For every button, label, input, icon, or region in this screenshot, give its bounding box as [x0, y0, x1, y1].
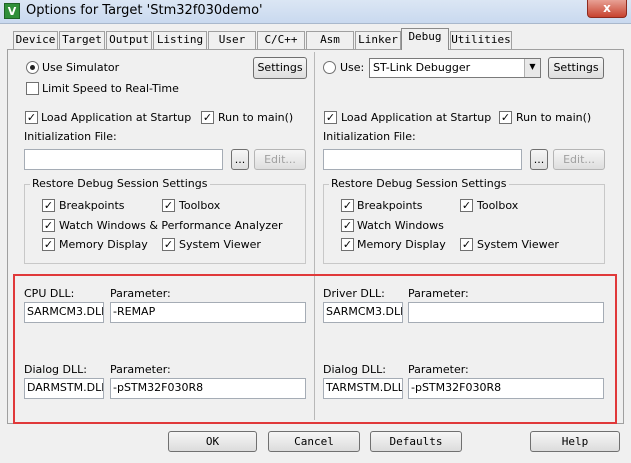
right-memory-display-checkbox[interactable]: ✓ — [341, 238, 354, 251]
right-breakpoints-label: Breakpoints — [357, 199, 423, 212]
right-toolbox-checkbox[interactable]: ✓ — [460, 199, 473, 212]
use-simulator-label: Use Simulator — [42, 61, 120, 74]
debugger-settings-button[interactable]: Settings — [548, 57, 604, 79]
tab-output[interactable]: Output — [106, 31, 152, 49]
load-app-checkbox[interactable]: ✓ — [25, 111, 38, 124]
right-init-file-input[interactable] — [323, 149, 522, 170]
limit-speed-checkbox[interactable] — [26, 82, 39, 95]
right-system-viewer-label: System Viewer — [477, 238, 559, 251]
limit-speed-label: Limit Speed to Real-Time — [42, 82, 179, 95]
right-toolbox-label: Toolbox — [477, 199, 519, 212]
right-watch-windows-label: Watch Windows — [357, 219, 444, 232]
right-load-app-label: Load Application at Startup — [341, 111, 492, 124]
init-file-edit-button[interactable]: Edit... — [254, 149, 306, 170]
tab-debug[interactable]: Debug — [401, 28, 449, 50]
use-simulator-radio[interactable] — [26, 61, 39, 74]
run-to-main-label: Run to main() — [218, 111, 294, 124]
chevron-down-icon[interactable]: ▼ — [524, 59, 540, 77]
right-system-viewer-checkbox[interactable]: ✓ — [460, 238, 473, 251]
memory-display-label: Memory Display — [59, 238, 148, 251]
cancel-button[interactable]: Cancel — [268, 431, 360, 452]
simulator-settings-button[interactable]: Settings — [253, 57, 307, 79]
run-to-main-checkbox[interactable]: ✓ — [201, 111, 214, 124]
use-label: Use: — [340, 61, 365, 74]
app-icon: V — [4, 3, 20, 19]
watch-windows-label: Watch Windows & Performance Analyzer — [59, 219, 283, 232]
right-init-file-label: Initialization File: — [323, 130, 416, 143]
watch-windows-checkbox[interactable]: ✓ — [42, 219, 55, 232]
defaults-button[interactable]: Defaults — [370, 431, 462, 452]
restore-settings-title: Restore Debug Session Settings — [30, 177, 210, 190]
use-debugger-radio[interactable] — [323, 61, 336, 74]
right-restore-settings-title: Restore Debug Session Settings — [329, 177, 509, 190]
breakpoints-label: Breakpoints — [59, 199, 125, 212]
right-memory-display-label: Memory Display — [357, 238, 446, 251]
memory-display-checkbox[interactable]: ✓ — [42, 238, 55, 251]
init-file-label: Initialization File: — [24, 130, 117, 143]
toolbox-checkbox[interactable]: ✓ — [162, 199, 175, 212]
debugger-select-value: ST-Link Debugger — [373, 61, 471, 74]
right-watch-windows-checkbox[interactable]: ✓ — [341, 219, 354, 232]
help-button[interactable]: Help — [530, 431, 620, 452]
annotation-highlight-box — [13, 274, 617, 424]
tab-utilities[interactable]: Utilities — [450, 31, 512, 49]
tab-listing[interactable]: Listing — [153, 31, 207, 49]
system-viewer-label: System Viewer — [179, 238, 261, 251]
tab-user[interactable]: User — [208, 31, 256, 49]
system-viewer-checkbox[interactable]: ✓ — [162, 238, 175, 251]
right-init-file-edit-button[interactable]: Edit... — [553, 149, 605, 170]
right-init-file-browse-button[interactable]: ... — [530, 149, 548, 170]
debugger-select[interactable]: ST-Link Debugger ▼ — [369, 58, 541, 78]
right-load-app-checkbox[interactable]: ✓ — [324, 111, 337, 124]
breakpoints-checkbox[interactable]: ✓ — [42, 199, 55, 212]
init-file-browse-button[interactable]: ... — [231, 149, 249, 170]
tab-device[interactable]: Device — [13, 31, 58, 49]
close-button[interactable]: x — [587, 0, 627, 18]
load-app-label: Load Application at Startup — [41, 111, 192, 124]
tab-linker[interactable]: Linker — [355, 31, 401, 49]
tab-asm[interactable]: Asm — [306, 31, 354, 49]
ok-button[interactable]: OK — [168, 431, 257, 452]
right-breakpoints-checkbox[interactable]: ✓ — [341, 199, 354, 212]
toolbox-label: Toolbox — [179, 199, 221, 212]
init-file-input[interactable] — [24, 149, 223, 170]
right-run-to-main-checkbox[interactable]: ✓ — [499, 111, 512, 124]
right-run-to-main-label: Run to main() — [516, 111, 592, 124]
window-title: Options for Target 'Stm32f030demo' — [26, 3, 263, 18]
tab-cc[interactable]: C/C++ — [257, 31, 305, 49]
tab-target[interactable]: Target — [59, 31, 105, 49]
